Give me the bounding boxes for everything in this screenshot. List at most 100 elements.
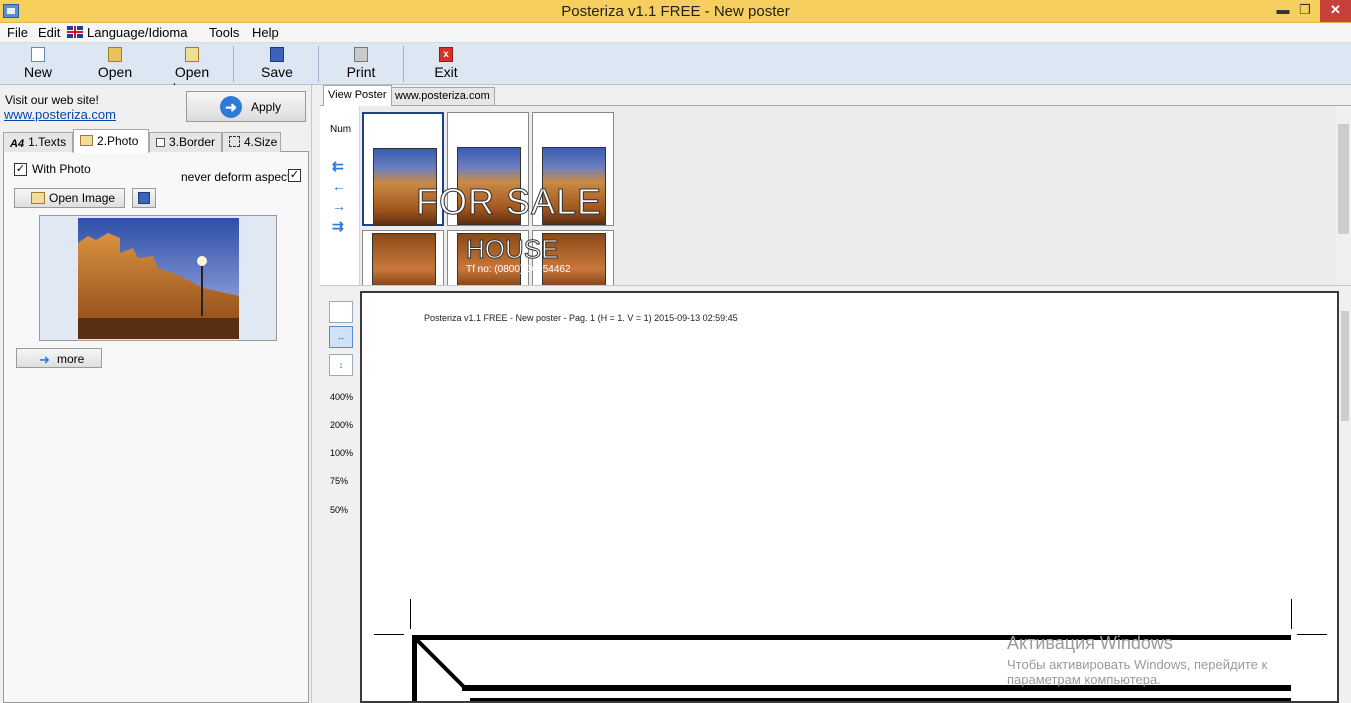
zoom-200[interactable]: 200% — [330, 420, 353, 430]
toolbar-separator — [318, 46, 319, 82]
save-disk-icon — [270, 47, 284, 62]
tab-texts-label: 1.Texts — [28, 135, 67, 149]
poster-scrollbar[interactable] — [1336, 106, 1351, 286]
uk-flag-icon — [67, 26, 83, 38]
zoom-50[interactable]: 50% — [330, 505, 348, 515]
open-image-label: Open Image — [49, 191, 116, 205]
exit-button-label: Exit — [434, 64, 458, 80]
window-title: Posteriza v1.1 FREE - New poster — [561, 3, 790, 20]
toolbar-separator — [233, 46, 234, 82]
scroll-thumb[interactable] — [1338, 124, 1349, 234]
tab-view-poster[interactable]: View Poster — [323, 85, 392, 106]
menu-edit[interactable]: Edit — [38, 25, 60, 40]
photo-icon — [80, 135, 93, 146]
watermark-subtitle: Чтобы активировать Windows, перейдите к … — [1007, 657, 1268, 687]
with-photo-checkbox[interactable]: ✓ — [14, 163, 27, 176]
windows-activation-watermark: Активация Windows Чтобы активировать Win… — [1007, 633, 1317, 687]
menu-help[interactable]: Help — [252, 25, 279, 40]
apply-button[interactable]: ➜ Apply — [186, 91, 306, 122]
menu-bar: File Edit Language/Idioma Tools Help — [0, 23, 1351, 43]
poster-pages: FOR SALE HOUSE Tf no: (0800) 66954462 — [360, 106, 1345, 286]
never-deform-checkbox[interactable]: ✓ — [288, 169, 301, 182]
next-page-icon[interactable]: → — [332, 198, 346, 214]
save-button[interactable]: Save — [259, 47, 295, 83]
printer-icon — [354, 47, 368, 62]
save-button-label: Save — [261, 64, 293, 80]
tab-texts[interactable]: A4 1.Texts — [3, 132, 73, 152]
zoom-75[interactable]: 75% — [330, 476, 348, 486]
toolbar: New Open Open Image Save Print x Exit — [0, 43, 1351, 96]
visit-label: Visit our web site! — [5, 93, 99, 107]
page-view-icon[interactable] — [329, 301, 353, 323]
poster-border-line — [470, 698, 1291, 701]
tab-size-label: 4.Size — [244, 135, 278, 149]
menu-file[interactable]: File — [7, 25, 28, 40]
crop-mark — [374, 634, 404, 635]
open-folder-icon — [108, 47, 122, 62]
crop-mark — [410, 599, 411, 629]
fit-height-icon[interactable]: ↕ — [329, 354, 353, 376]
preview-scrollbar[interactable] — [1339, 291, 1351, 703]
border-icon — [156, 138, 165, 147]
num-label: Num — [330, 124, 352, 135]
open-button-label: Open — [97, 64, 133, 80]
poster-headline: FOR SALE — [415, 181, 603, 223]
open-button[interactable]: Open — [96, 47, 134, 83]
tab-border[interactable]: 3.Border — [149, 132, 222, 152]
photo-preview-frame — [39, 215, 277, 341]
scroll-thumb[interactable] — [1341, 311, 1349, 421]
previous-page-icon[interactable]: ← — [332, 178, 346, 194]
page-photo — [372, 233, 436, 286]
tab-size[interactable]: 4.Size — [222, 132, 281, 152]
vertical-splitter[interactable] — [312, 85, 320, 703]
poster-phone: Tf no: (0800) 66954462 — [466, 264, 571, 275]
watermark-title: Активация Windows — [1007, 633, 1173, 653]
tab-photo[interactable]: 2.Photo — [73, 129, 149, 153]
settings-tabs: A4 1.Texts 2.Photo 3.Border 4.Size — [3, 129, 309, 153]
zoom-controls: ↔ ↕ 400% 200% 100% 75% 50% — [320, 291, 360, 703]
tab-border-label: 3.Border — [169, 135, 216, 149]
close-button[interactable]: ✕ — [1320, 0, 1351, 22]
open-image-icon — [31, 192, 45, 204]
zoom-400[interactable]: 400% — [330, 392, 353, 402]
with-photo-label: With Photo — [32, 162, 91, 176]
left-panel: Visit our web site! www.posteriza.com ➜ … — [0, 85, 312, 703]
crop-mark — [1291, 599, 1292, 629]
new-button-label: New — [23, 64, 52, 80]
photo-thumbnail — [78, 218, 239, 339]
more-button-label: more — [57, 352, 85, 366]
apply-button-label: Apply — [251, 100, 282, 114]
maximize-button[interactable]: ❐ — [1292, 0, 1318, 22]
poster-view: Num ⇇ ← → ⇉ FOR SALE HOUSE Tf no: (0800)… — [320, 105, 1351, 286]
arrow-right-icon: ➜ — [39, 352, 50, 367]
new-button[interactable]: New — [20, 47, 56, 83]
poster-border-corner — [412, 635, 466, 689]
menu-language[interactable]: Language/Idioma — [67, 25, 187, 40]
toolbar-separator — [403, 46, 404, 82]
more-button[interactable]: ➜ more — [16, 348, 102, 368]
print-button[interactable]: Print — [343, 47, 379, 83]
tab-photo-label: 2.Photo — [97, 134, 139, 148]
new-document-icon — [31, 47, 45, 62]
open-image-button[interactable]: Open Image — [154, 47, 230, 96]
text-a-icon: A4 — [10, 138, 25, 150]
fit-width-icon[interactable]: ↔ — [329, 326, 353, 348]
zoom-100[interactable]: 100% — [330, 448, 353, 458]
save-disk-icon — [138, 192, 150, 204]
save-image-button[interactable] — [132, 188, 156, 208]
open-image-button[interactable]: Open Image — [14, 188, 125, 208]
print-button-label: Print — [346, 64, 376, 80]
exit-button[interactable]: x Exit — [430, 47, 462, 83]
size-icon — [229, 136, 240, 147]
first-page-icon[interactable]: ⇇ — [332, 158, 344, 175]
last-page-icon[interactable]: ⇉ — [332, 218, 344, 235]
menu-tools[interactable]: Tools — [209, 25, 239, 40]
exit-icon: x — [439, 47, 453, 62]
tab-website[interactable]: www.posteriza.com — [390, 87, 495, 106]
title-bar: Posteriza v1.1 FREE - New poster ▬ ❐ ✕ — [0, 0, 1351, 23]
view-tabs: View Poster www.posteriza.com — [320, 85, 1351, 106]
poster-page-thumbnail[interactable] — [362, 230, 444, 286]
page-navigation: Num ⇇ ← → ⇉ — [320, 106, 360, 286]
website-link[interactable]: www.posteriza.com — [4, 107, 116, 122]
menu-language-label: Language/Idioma — [87, 25, 188, 40]
